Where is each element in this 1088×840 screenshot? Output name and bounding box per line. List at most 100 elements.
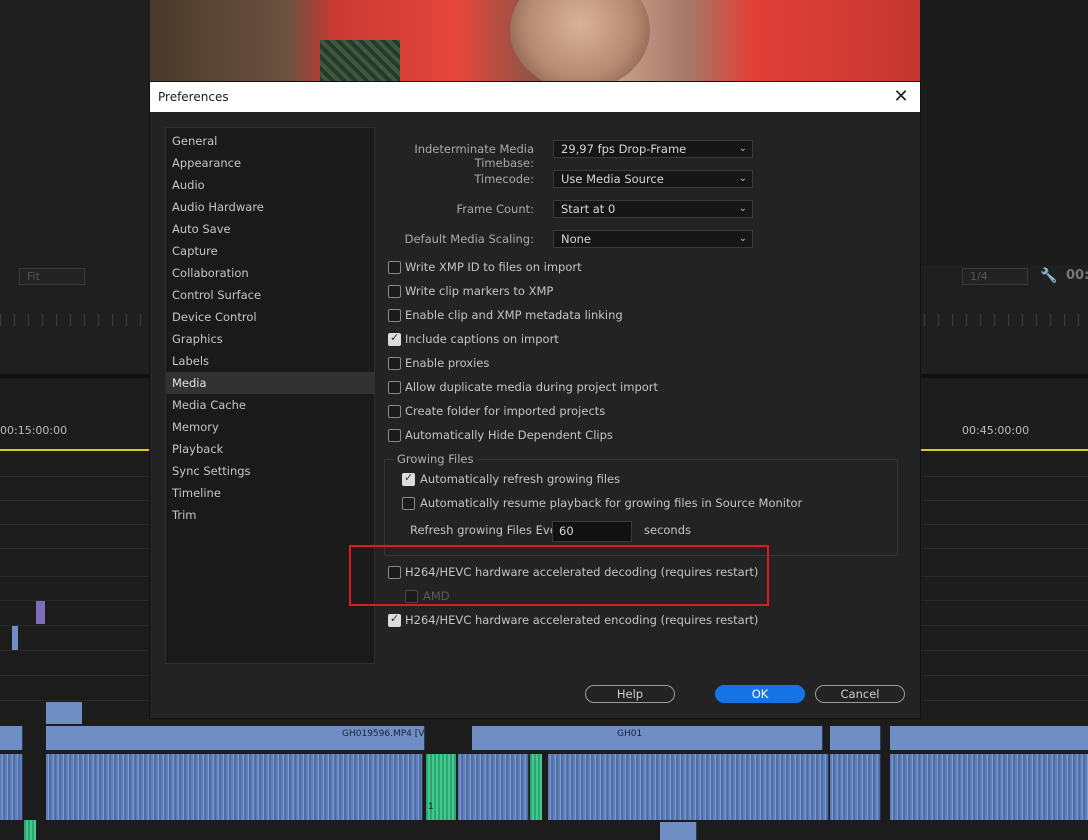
dialog-titlebar[interactable]: Preferences ✕ [150, 82, 920, 112]
sidebar-list: General Appearance Audio Audio Hardware Auto… [166, 128, 374, 526]
sidebar-item-playback[interactable]: Playback [166, 438, 374, 460]
video-clip[interactable] [224, 726, 285, 750]
chevron-down-icon: ⌄ [738, 203, 747, 214]
frame-count-label: Frame Count: [456, 202, 534, 216]
sidebar-item-device-control[interactable]: Device Control [166, 306, 374, 328]
audio-marker: 1 [428, 802, 434, 812]
audio-clip[interactable] [830, 754, 881, 820]
media-checkbox-label: Write clip markers to XMP [405, 284, 554, 298]
media-checkbox[interactable] [388, 381, 401, 394]
media-checkbox-label: Create folder for imported projects [405, 404, 606, 418]
media-scaling-value: None [561, 232, 592, 246]
video-clip[interactable] [652, 726, 823, 750]
sidebar-item-timeline[interactable]: Timeline [166, 482, 374, 504]
close-icon: ✕ [893, 86, 909, 107]
clip[interactable] [46, 702, 82, 724]
sidebar-item-audio-hardware[interactable]: Audio Hardware [166, 196, 374, 218]
clip-label-1: GH019596.MP4 [V] [342, 729, 428, 739]
sidebar-item-control-surface[interactable]: Control Surface [166, 284, 374, 306]
auto-refresh-checkbox[interactable] [402, 471, 415, 486]
video-clip[interactable] [660, 822, 697, 840]
timebase-dropdown[interactable]: 29,97 fps Drop-Frame ⌄ [553, 140, 753, 158]
sidebar-item-collaboration[interactable]: Collaboration [166, 262, 374, 284]
growing-files-title: Growing Files [394, 452, 477, 466]
media-scaling-label: Default Media Scaling: [404, 232, 534, 246]
video-clip[interactable] [46, 726, 227, 750]
sidebar-item-media-cache[interactable]: Media Cache [166, 394, 374, 416]
media-checkbox-label: Include captions on import [405, 332, 559, 346]
media-scaling-dropdown[interactable]: None ⌄ [553, 230, 753, 248]
media-checkbox[interactable] [388, 429, 401, 442]
sidebar-item-general[interactable]: General [166, 130, 374, 152]
auto-resume-label: Automatically resume playback for growin… [420, 496, 803, 510]
timecode-value: Use Media Source [561, 172, 664, 186]
zoom-fit-select[interactable]: Fit [19, 268, 85, 285]
sidebar-item-memory[interactable]: Memory [166, 416, 374, 438]
sidebar-item-labels[interactable]: Labels [166, 350, 374, 372]
audio-clip[interactable] [548, 754, 829, 820]
video-clip[interactable] [0, 726, 23, 750]
media-checkbox-label: Write XMP ID to files on import [405, 260, 582, 274]
chevron-down-icon: ⌄ [738, 173, 747, 184]
sidebar-item-graphics[interactable]: Graphics [166, 328, 374, 350]
timecode-label: Timecode: [474, 172, 534, 186]
media-checkbox-label: Enable proxies [405, 356, 490, 370]
refresh-every-label: Refresh growing Files Every [410, 523, 569, 537]
timebase-label: Indeterminate Media Timebase: [414, 142, 534, 170]
audio-clip[interactable] [46, 754, 423, 820]
media-checkbox[interactable] [388, 405, 401, 418]
media-checkbox[interactable] [388, 285, 401, 298]
timeline-time-2: 00:45:00:00 [962, 424, 1030, 437]
sidebar-item-capture[interactable]: Capture [166, 240, 374, 262]
sidebar-item-media[interactable]: Media [166, 372, 374, 394]
timeline-time-1: 00:15:00:00 [0, 424, 68, 437]
monitor-edge [920, 0, 1088, 265]
timebase-value: 29,97 fps Drop-Frame [561, 142, 687, 156]
sidebar-item-sync-settings[interactable]: Sync Settings [166, 460, 374, 482]
media-checkbox-label: Allow duplicate media during project imp… [405, 380, 659, 394]
audio-clip[interactable] [890, 754, 1088, 820]
timecode-dropdown[interactable]: Use Media Source ⌄ [553, 170, 753, 188]
video-preview [150, 0, 920, 90]
dialog-title: Preferences [158, 90, 229, 104]
cancel-button[interactable]: Cancel [815, 685, 905, 703]
annotation-highlight [349, 545, 769, 606]
audio-clip[interactable] [0, 754, 23, 820]
audio-clip-selected[interactable] [530, 754, 542, 820]
media-checkbox[interactable] [388, 309, 401, 322]
close-button[interactable]: ✕ [890, 86, 912, 108]
wrench-icon[interactable]: 🔧 [1040, 268, 1057, 284]
audio-clip[interactable] [458, 754, 529, 820]
auto-resume-checkbox[interactable] [402, 497, 415, 510]
refresh-seconds-input[interactable]: 60 [552, 521, 632, 542]
media-checkbox-label: Enable clip and XMP metadata linking [405, 308, 623, 322]
sidebar-item-auto-save[interactable]: Auto Save [166, 218, 374, 240]
clip-label-2: GH01 [617, 729, 643, 739]
seconds-label: seconds [644, 523, 692, 537]
sidebar-item-audio[interactable]: Audio [166, 174, 374, 196]
help-button[interactable]: Help [585, 685, 675, 703]
ok-button[interactable]: OK [715, 685, 805, 703]
preferences-dialog: Preferences ✕ General Appearance Audio Audi… [150, 82, 920, 718]
media-checkbox[interactable] [388, 261, 401, 274]
sidebar-item-appearance[interactable]: Appearance [166, 152, 374, 174]
hw-encoding-checkbox[interactable] [388, 612, 401, 627]
program-timecode: 00: [1066, 268, 1088, 283]
sidebar-item-trim[interactable]: Trim [166, 504, 374, 526]
chevron-down-icon: ⌄ [738, 143, 747, 154]
auto-refresh-label: Automatically refresh growing files [420, 472, 621, 486]
clip[interactable] [12, 626, 18, 650]
preferences-sidebar: General Appearance Audio Audio Hardware Auto… [165, 127, 375, 664]
media-checkbox[interactable] [388, 357, 401, 370]
video-clip[interactable] [890, 726, 1088, 750]
frame-count-dropdown[interactable]: Start at 0 ⌄ [553, 200, 753, 218]
audio-clip-selected[interactable] [24, 820, 36, 840]
media-checkbox[interactable] [388, 331, 401, 346]
playback-resolution-select[interactable]: 1/4 [962, 268, 1028, 285]
video-clip[interactable] [830, 726, 881, 750]
media-checkbox-label: Automatically Hide Dependent Clips [405, 428, 613, 442]
chevron-down-icon: ⌄ [738, 233, 747, 244]
hw-encoding-label: H264/HEVC hardware accelerated encoding … [405, 613, 759, 627]
frame-count-value: Start at 0 [561, 202, 616, 216]
clip[interactable] [36, 601, 45, 624]
